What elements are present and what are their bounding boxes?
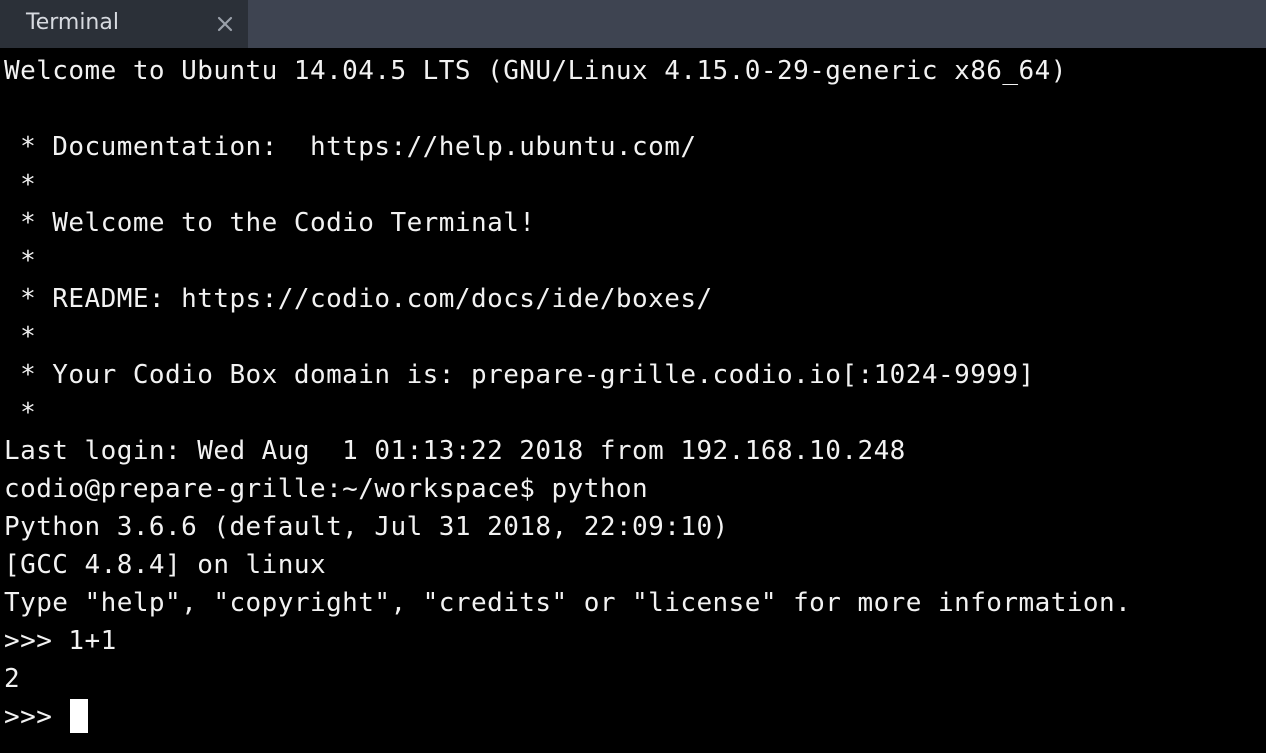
close-icon[interactable] [214,13,236,35]
terminal-line: Welcome to Ubuntu 14.04.5 LTS (GNU/Linux… [4,56,1067,86]
python-prompt: >>> [4,702,69,732]
terminal-line: * README: https://codio.com/docs/ide/box… [4,284,713,314]
terminal-line: * [4,170,37,200]
terminal-line: * Documentation: https://help.ubuntu.com… [4,132,697,162]
terminal-line: * [4,246,37,276]
tab-bar: Terminal [0,0,1266,48]
tab-label: Terminal [26,10,119,35]
terminal-output[interactable]: Welcome to Ubuntu 14.04.5 LTS (GNU/Linux… [0,48,1266,753]
terminal-line: Type "help", "copyright", "credits" or "… [4,588,1132,618]
tab-terminal[interactable]: Terminal [0,0,248,48]
terminal-line: 2 [4,664,21,694]
terminal-line: Last login: Wed Aug 1 01:13:22 2018 from… [4,436,906,466]
terminal-line: * Welcome to the Codio Terminal! [4,208,536,238]
terminal-line: Python 3.6.6 (default, Jul 31 2018, 22:0… [4,512,729,542]
terminal-lines: Welcome to Ubuntu 14.04.5 LTS (GNU/Linux… [4,52,1131,736]
terminal-line: codio@prepare-grille:~/workspace$ python [4,474,649,504]
terminal-line: * [4,322,37,352]
terminal-prompt-line[interactable]: >>> [4,698,1131,736]
terminal-line: * Your Codio Box domain is: prepare-gril… [4,360,1035,390]
text-cursor [70,698,89,733]
terminal-line: >>> 1+1 [4,626,117,656]
terminal-line: * [4,398,37,428]
terminal-line: [GCC 4.8.4] on linux [4,550,327,580]
